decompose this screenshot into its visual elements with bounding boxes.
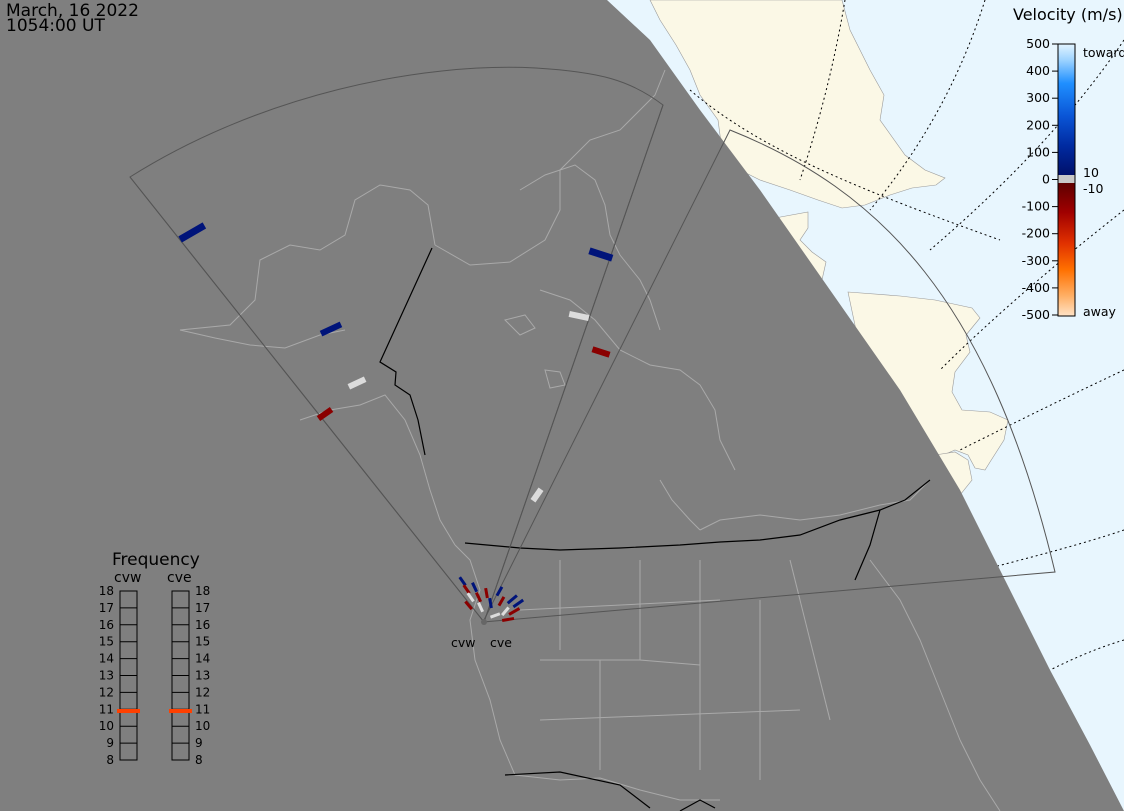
velocity-tick-label: 400 bbox=[1026, 63, 1050, 78]
frequency-legend-title: Frequency bbox=[112, 550, 200, 570]
velocity-tick-label: 500 bbox=[1026, 36, 1050, 51]
header-time: 1054:00 UT bbox=[6, 16, 105, 36]
frequency-tick-label: 18 bbox=[99, 584, 114, 598]
frequency-tick-label: 18 bbox=[195, 584, 210, 598]
velocity-legend-title: Velocity (m/s) bbox=[1013, 5, 1123, 24]
frequency-tick-label: 14 bbox=[195, 652, 210, 666]
velocity-tick-label: -300 bbox=[1022, 253, 1050, 268]
velocity-tick-label: -500 bbox=[1022, 307, 1050, 322]
frequency-tick-label: 13 bbox=[195, 669, 210, 683]
frequency-tick-label: 12 bbox=[195, 685, 210, 699]
frequency-tick-label: 13 bbox=[99, 669, 114, 683]
frequency-tick-label: 15 bbox=[195, 635, 210, 649]
frequency-indicator-cve bbox=[169, 708, 192, 713]
velocity-tick-label: -200 bbox=[1022, 226, 1050, 241]
radar-site-marker bbox=[481, 619, 487, 625]
frequency-tick-label: 9 bbox=[195, 736, 203, 750]
velocity-label-away: away bbox=[1083, 304, 1117, 319]
velocity-label-pos-threshold: 10 bbox=[1083, 165, 1099, 180]
velocity-label-toward: toward bbox=[1083, 45, 1124, 60]
velocity-tick-label: -100 bbox=[1022, 199, 1050, 214]
frequency-tick-label: 16 bbox=[195, 618, 210, 632]
frequency-tick-label: 9 bbox=[106, 736, 114, 750]
frequency-radar-label-cvw: cvw bbox=[114, 570, 141, 586]
frequency-tick-label: 8 bbox=[195, 753, 203, 767]
velocity-label-neg-threshold: -10 bbox=[1083, 181, 1103, 196]
velocity-tick-label: 0 bbox=[1042, 172, 1050, 187]
velocity-scale-away bbox=[1058, 183, 1075, 316]
frequency-tick-label: 17 bbox=[195, 601, 210, 615]
velocity-scale-ground bbox=[1058, 175, 1075, 183]
frequency-tick-label: 15 bbox=[99, 635, 114, 649]
frequency-tick-label: 10 bbox=[195, 719, 210, 733]
frequency-tick-label: 12 bbox=[99, 685, 114, 699]
frequency-radar-label-cve: cve bbox=[167, 570, 192, 586]
site-label-cvw: cvw bbox=[451, 635, 476, 650]
velocity-tick-label: 200 bbox=[1026, 117, 1050, 132]
frequency-indicator-cvw bbox=[117, 708, 140, 713]
frequency-tick-label: 11 bbox=[195, 702, 210, 716]
velocity-tick-label: -400 bbox=[1022, 280, 1050, 295]
frequency-tick-label: 8 bbox=[106, 753, 114, 767]
frequency-tick-label: 14 bbox=[99, 652, 114, 666]
frequency-tick-label: 10 bbox=[99, 719, 114, 733]
velocity-tick-label: 300 bbox=[1026, 90, 1050, 105]
site-label-cve: cve bbox=[490, 635, 512, 650]
frequency-tick-label: 11 bbox=[99, 702, 114, 716]
frequency-tick-label: 17 bbox=[99, 601, 114, 615]
velocity-scale-toward bbox=[1058, 44, 1075, 175]
velocity-tick-label: 100 bbox=[1026, 144, 1050, 159]
frequency-tick-label: 16 bbox=[99, 618, 114, 632]
map-canvas: cvw cve March, 16 2022 1054:00 UT Veloci… bbox=[0, 0, 1124, 811]
